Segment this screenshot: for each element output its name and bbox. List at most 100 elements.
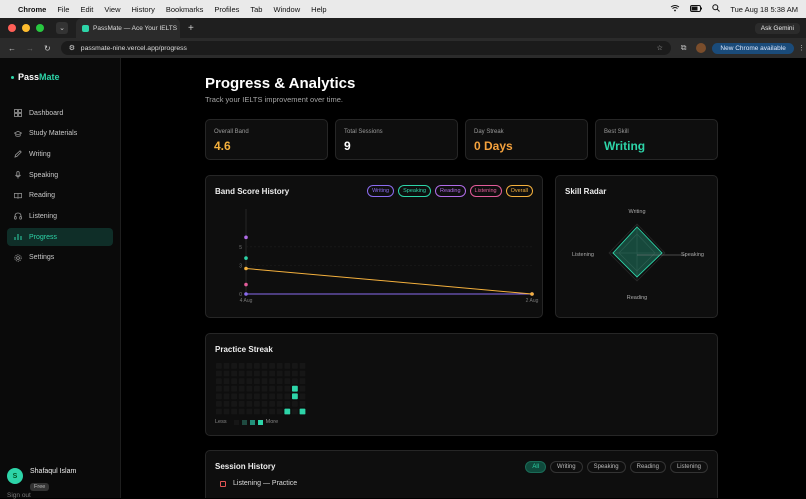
heatmap-cell — [292, 385, 298, 392]
heatmap-cell — [261, 370, 268, 377]
sidebar-item-writing[interactable]: Writing — [7, 145, 113, 163]
sidebar-item-dashboard[interactable]: Dashboard — [7, 104, 113, 122]
favicon-icon — [82, 24, 89, 32]
stat-value: Writing — [604, 139, 646, 153]
forward-arrow-icon[interactable]: → — [26, 44, 34, 53]
stat-card-best-skill: Best Skill Writing — [595, 119, 718, 160]
back-arrow-icon[interactable]: ← — [8, 44, 16, 53]
menu-history[interactable]: History — [132, 5, 155, 14]
stat-label: Overall Band — [214, 129, 249, 135]
sidebar-item-settings[interactable]: Settings — [7, 249, 113, 267]
skill-radar-chart: Writing Speaking Reading Listening — [572, 209, 704, 301]
new-tab-button[interactable]: + — [188, 23, 194, 34]
user-name: Shafaqul Islam — [30, 468, 77, 475]
maximize-window-button[interactable] — [36, 24, 44, 32]
address-bar[interactable]: ⚙ passmate-nine.vercel.app/progress ☆ — [60, 41, 671, 55]
menu-bookmarks[interactable]: Bookmarks — [166, 5, 204, 14]
heatmap-cell — [276, 363, 283, 369]
logo-text-pass: Pass — [18, 72, 40, 82]
filter-writing[interactable]: Writing — [550, 461, 583, 473]
user-profile[interactable]: S Shafaqul Islam Free — [7, 468, 76, 493]
search-icon[interactable] — [712, 4, 721, 14]
browser-tab-passmate[interactable]: PassMate — Ace Your IELTS × — [76, 18, 180, 38]
heatmap-cell — [269, 393, 275, 400]
session-row[interactable]: Listening — Practice — [220, 480, 297, 487]
legend-less: Less — [215, 419, 227, 425]
menu-view[interactable]: View — [104, 5, 120, 14]
ask-gemini-button[interactable]: Ask Gemini — [754, 22, 800, 34]
app-logo[interactable]: PassMate — [11, 72, 60, 82]
url-text: passmate-nine.vercel.app/progress — [80, 44, 187, 52]
menu-help[interactable]: Help — [311, 5, 326, 14]
heatmap-cell — [216, 401, 222, 407]
battery-icon[interactable] — [690, 4, 703, 14]
radar-shape — [612, 226, 663, 278]
heatmap-cell — [238, 378, 245, 384]
menu-clock[interactable]: Tue Aug 18 5:38 AM — [730, 5, 798, 14]
heatmap-cell — [216, 363, 222, 369]
heatmap-cell — [261, 378, 268, 384]
heatmap-cell — [284, 385, 291, 392]
site-info-icon[interactable]: ⚙ — [69, 44, 75, 52]
radar-label-top: Writing — [628, 209, 645, 215]
heatmap-cell — [246, 363, 253, 369]
filter-speaking[interactable]: Speaking — [586, 461, 626, 473]
sidebar-nav: Dashboard Study Materials Writing Speaki… — [7, 104, 113, 270]
microphone-icon — [14, 171, 22, 179]
sidebar-item-study-materials[interactable]: Study Materials — [7, 125, 113, 143]
heatmap-cell — [254, 370, 260, 377]
reload-icon[interactable]: ↻ — [44, 44, 51, 53]
sidebar-item-listening[interactable]: Listening — [7, 207, 113, 225]
minimize-window-button[interactable] — [22, 24, 30, 32]
sidebar-item-label: Settings — [29, 254, 55, 262]
data-point-writing — [244, 292, 248, 296]
practice-streak-card: Practice Streak Less More — [205, 333, 718, 436]
wifi-icon[interactable] — [670, 4, 680, 14]
new-chrome-available-button[interactable]: New Chrome available — [712, 42, 794, 54]
menu-edit[interactable]: Edit — [80, 5, 93, 14]
heatmap-cell — [269, 370, 275, 377]
y-tick-label: 5 — [239, 245, 242, 251]
filter-listening[interactable]: Listening — [669, 461, 708, 473]
sidebar-item-speaking[interactable]: Speaking — [7, 166, 113, 184]
pen-icon — [14, 150, 22, 158]
filter-reading[interactable]: Reading — [629, 461, 666, 473]
sidebar-item-progress[interactable]: Progress — [7, 228, 113, 247]
session-title: Listening — Practice — [233, 480, 298, 487]
heatmap-cell — [299, 408, 306, 415]
main-content: Progress & Analytics Track your IELTS im… — [121, 58, 806, 498]
stat-card-day-streak: Day Streak 0 Days — [465, 119, 588, 160]
menu-window[interactable]: Window — [273, 5, 300, 14]
sidebar-item-label: Speaking — [29, 171, 59, 179]
close-window-button[interactable] — [8, 24, 16, 32]
heatmap-cell — [276, 370, 283, 377]
card-title: Session History — [215, 462, 276, 471]
menu-profiles[interactable]: Profiles — [214, 5, 239, 14]
stat-label: Day Streak — [474, 129, 504, 135]
heatmap-cell — [231, 363, 237, 369]
heatmap-cell — [254, 385, 260, 392]
chrome-menu-icon[interactable]: ⋮ — [798, 44, 805, 52]
profile-avatar[interactable] — [696, 43, 707, 53]
menu-tab[interactable]: Tab — [250, 5, 262, 14]
menu-file[interactable]: File — [57, 5, 69, 14]
bar-chart-icon — [14, 233, 22, 241]
extensions-icon[interactable]: ⧉ — [681, 43, 687, 53]
heatmap-cell — [299, 370, 306, 377]
heatmap-cell — [292, 378, 298, 384]
legend-more: More — [265, 419, 279, 425]
heatmap-cell — [254, 393, 260, 400]
menu-chrome[interactable]: Chrome — [18, 5, 46, 14]
heatmap-cell — [216, 370, 222, 377]
sidebar-item-reading[interactable]: Reading — [7, 187, 113, 205]
heatmap-cell — [246, 385, 253, 392]
sidebar-item-label: Reading — [29, 192, 56, 200]
app-sidebar: PassMate Dashboard Study Materials Writi… — [0, 58, 121, 499]
bookmark-star-icon[interactable]: ☆ — [657, 44, 663, 52]
x-tick-label: 2 Aug — [526, 298, 539, 304]
logo-text-mate: Mate — [39, 72, 60, 82]
data-point-speaking — [244, 256, 248, 260]
tab-search-chevron-icon[interactable]: ⌄ — [56, 22, 68, 34]
filter-all[interactable]: All — [525, 461, 547, 473]
stat-label: Total Sessions — [344, 129, 383, 135]
